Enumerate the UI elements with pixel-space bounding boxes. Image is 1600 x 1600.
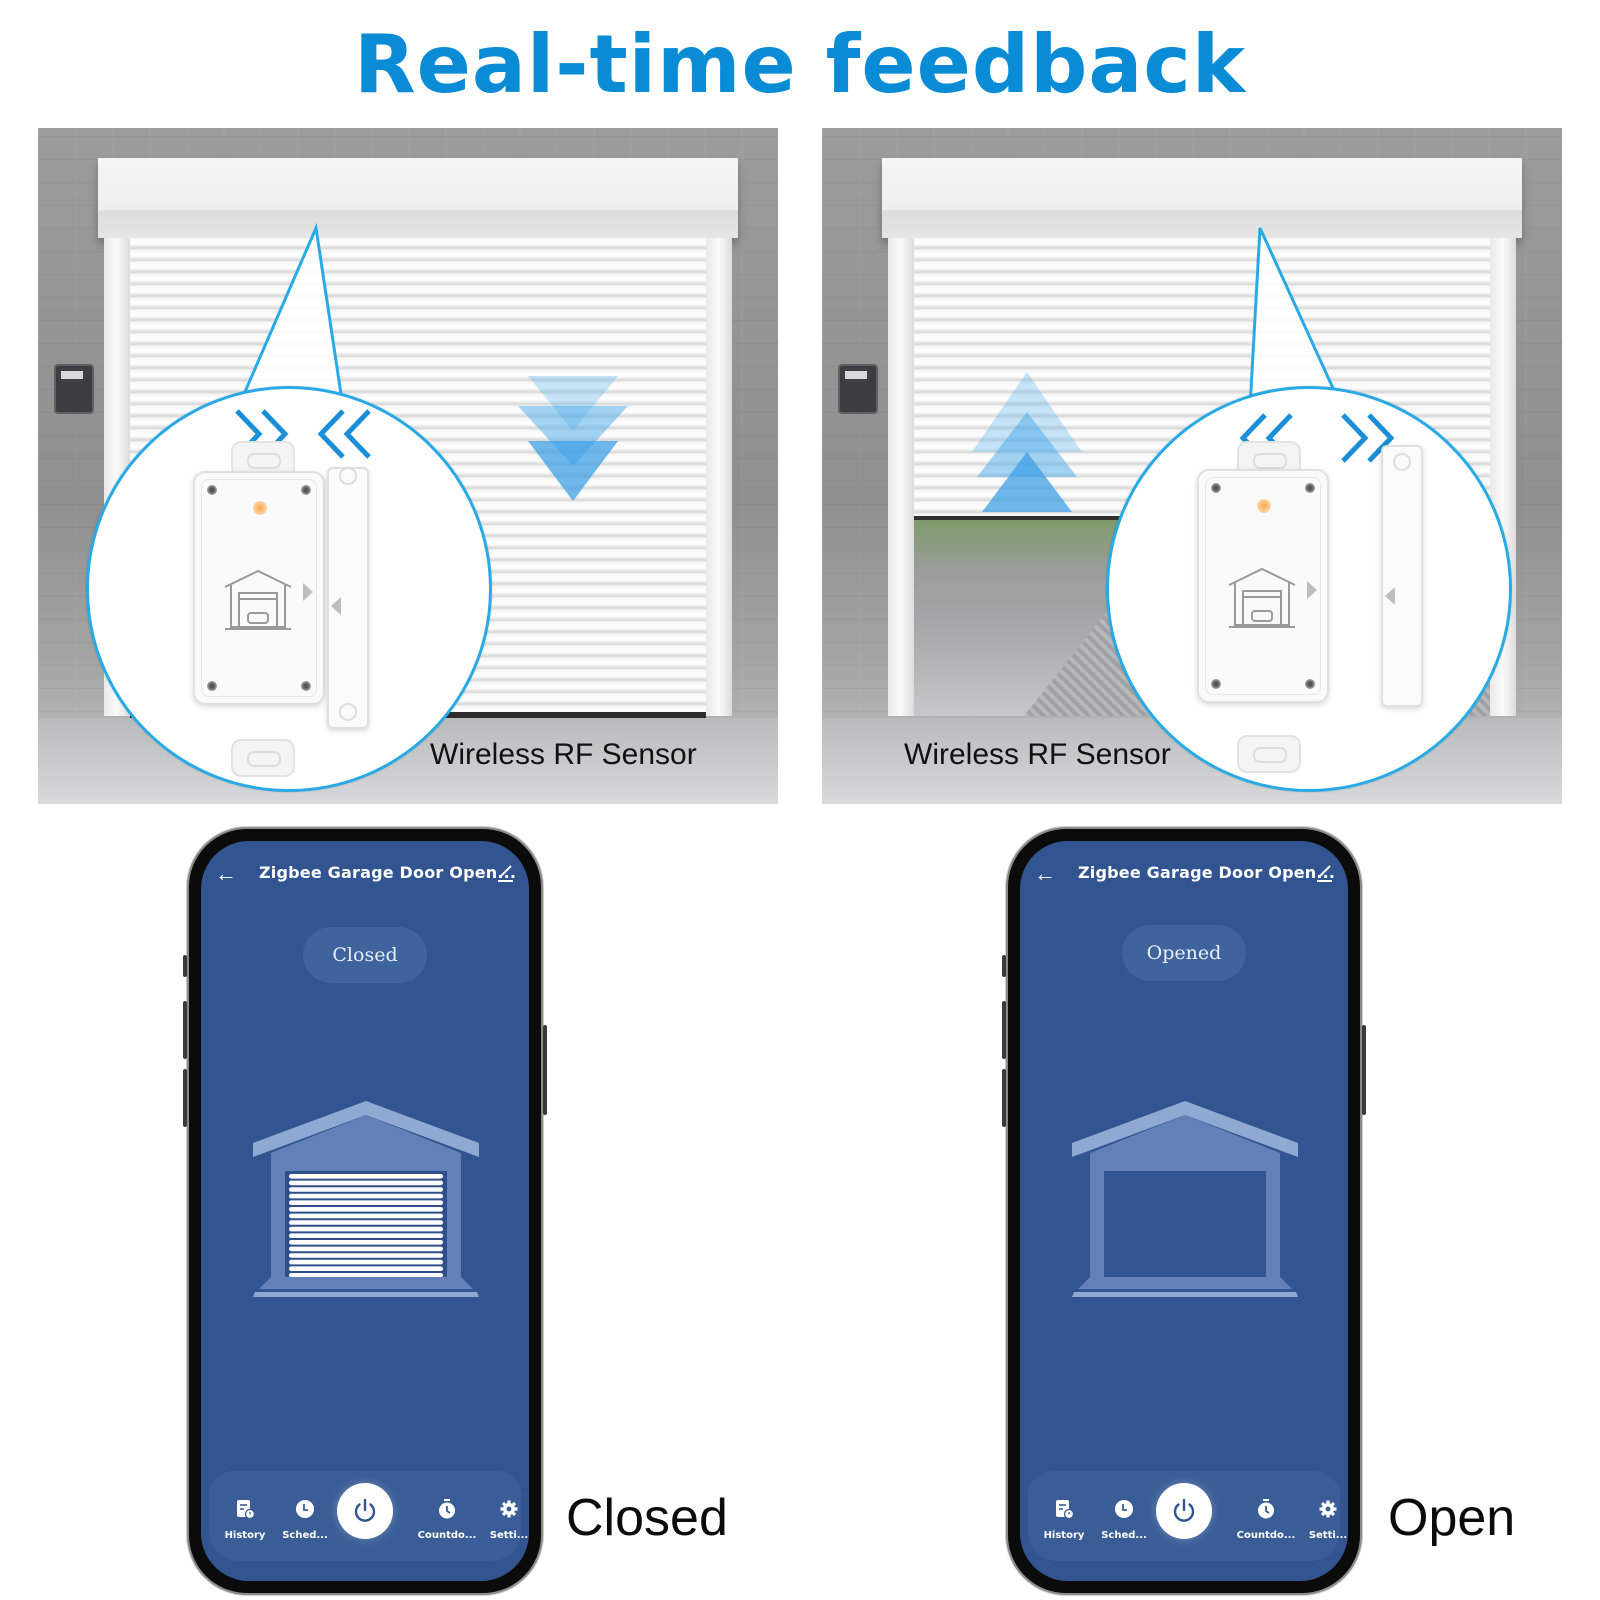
scene-door-opening: Wireless RF Sensor (822, 128, 1562, 804)
shutter-slat (289, 1174, 443, 1179)
shutter-slat (289, 1253, 443, 1258)
nav-settings[interactable]: Setti... (1296, 1499, 1348, 1543)
sensor-unit (193, 471, 325, 705)
app-header: ← Zigbee Garage Door Open... (201, 859, 529, 889)
app-header: ← Zigbee Garage Door Open... (1020, 859, 1348, 889)
phone-side-button (1002, 1001, 1006, 1059)
status-led (253, 501, 267, 515)
sensor-caption: Wireless RF Sensor (904, 738, 1171, 771)
phone-open-state: ← Zigbee Garage Door Open... Opened Hist… (1002, 827, 1366, 1595)
status-badge: Opened (1122, 925, 1246, 981)
alignment-marker-icon (1307, 581, 1317, 599)
scene-door-closing: Wireless RF Sensor (38, 128, 778, 804)
bottom-nav: History Sched... Countdo... Setti... (209, 1471, 528, 1561)
phone-side-button (183, 955, 187, 977)
shutter-slat (289, 1187, 443, 1192)
alignment-marker-icon (331, 597, 341, 615)
mount-tab-bottom (231, 739, 295, 777)
sensor-caption: Wireless RF Sensor (430, 738, 697, 771)
shutter-slat (289, 1193, 443, 1199)
garage-car-icon (1228, 567, 1296, 628)
phone-side-button (1002, 955, 1006, 977)
shutter-slat (289, 1207, 443, 1212)
keypad (54, 364, 94, 414)
alignment-marker-icon (1385, 587, 1395, 605)
phone-side-button (183, 1069, 187, 1127)
mount-tab-bottom (1237, 735, 1301, 773)
magnet-unit (327, 467, 369, 729)
clock-icon (1115, 1500, 1133, 1518)
down-arrows-icon (508, 376, 638, 516)
stopwatch-icon (439, 1499, 455, 1519)
power-button[interactable] (337, 1483, 393, 1539)
shutter-slat (289, 1220, 443, 1225)
device-title: Zigbee Garage Door Open... (1078, 863, 1336, 882)
shutter-slat (289, 1200, 443, 1205)
sensor-magnifier (86, 386, 492, 792)
sensor-unit (1197, 469, 1329, 703)
shutter-slat (289, 1246, 443, 1252)
nav-settings[interactable]: Setti... (477, 1499, 529, 1543)
up-arrows-icon (962, 372, 1092, 512)
power-icon (354, 1498, 376, 1522)
shutter-slat (289, 1213, 443, 1219)
shutter-slat (289, 1273, 443, 1278)
shutter-slat (289, 1180, 443, 1186)
clock-icon (296, 1500, 314, 1518)
shutter-slat (289, 1240, 443, 1245)
garage-open-illustration (1072, 1101, 1298, 1297)
history-icon (1056, 1500, 1074, 1519)
nav-countdown[interactable]: Countdo... (415, 1499, 479, 1543)
shutter-slat (289, 1259, 443, 1265)
gear-icon (1319, 1500, 1337, 1518)
app-screen: ← Zigbee Garage Door Open... Closed Hist… (201, 841, 529, 1581)
power-icon (1173, 1498, 1195, 1522)
arrow-left-icon[interactable]: ← (215, 861, 237, 887)
phone-side-button (543, 1025, 547, 1115)
status-led (1257, 499, 1271, 513)
shutter-slat (289, 1233, 443, 1238)
arrow-left-icon[interactable]: ← (1034, 861, 1056, 887)
signal-chevron-left-icon (317, 409, 371, 459)
shutter-housing (882, 158, 1522, 238)
sensor-magnifier (1106, 386, 1512, 792)
magnet-unit (1381, 445, 1423, 707)
shutter-slat (289, 1266, 443, 1271)
door-rail-right (706, 238, 732, 716)
app-screen: ← Zigbee Garage Door Open... Opened Hist… (1020, 841, 1348, 1581)
garage-car-icon (224, 569, 292, 630)
nav-countdown[interactable]: Countdo... (1234, 1499, 1298, 1543)
garage-closed-illustration (253, 1101, 479, 1297)
state-caption-closed: Closed (566, 1489, 728, 1547)
status-badge: Closed (303, 927, 427, 983)
pencil-icon[interactable] (495, 861, 515, 883)
nav-schedule[interactable]: Sched... (1092, 1499, 1156, 1543)
phone-side-button (183, 1001, 187, 1059)
stopwatch-icon (1258, 1499, 1274, 1519)
door-rail-left (888, 238, 914, 716)
gear-icon (500, 1500, 518, 1518)
phone-side-button (1002, 1069, 1006, 1127)
phone-side-button (1362, 1025, 1366, 1115)
pencil-icon[interactable] (1314, 861, 1334, 883)
headline: Real-time feedback (353, 18, 1247, 111)
shutter-housing (98, 158, 738, 238)
phone-closed-state: ← Zigbee Garage Door Open... Closed Hist… (183, 827, 547, 1595)
bottom-nav: History Sched... Countdo... Setti... (1028, 1471, 1347, 1561)
shutter-slat (289, 1226, 443, 1232)
power-button[interactable] (1156, 1483, 1212, 1539)
device-title: Zigbee Garage Door Open... (259, 863, 517, 882)
nav-history[interactable]: History (213, 1499, 277, 1543)
keypad (838, 364, 878, 414)
history-icon (237, 1500, 255, 1519)
nav-schedule[interactable]: Sched... (273, 1499, 337, 1543)
nav-history[interactable]: History (1032, 1499, 1096, 1543)
alignment-marker-icon (303, 583, 313, 601)
state-caption-open: Open (1388, 1489, 1516, 1547)
